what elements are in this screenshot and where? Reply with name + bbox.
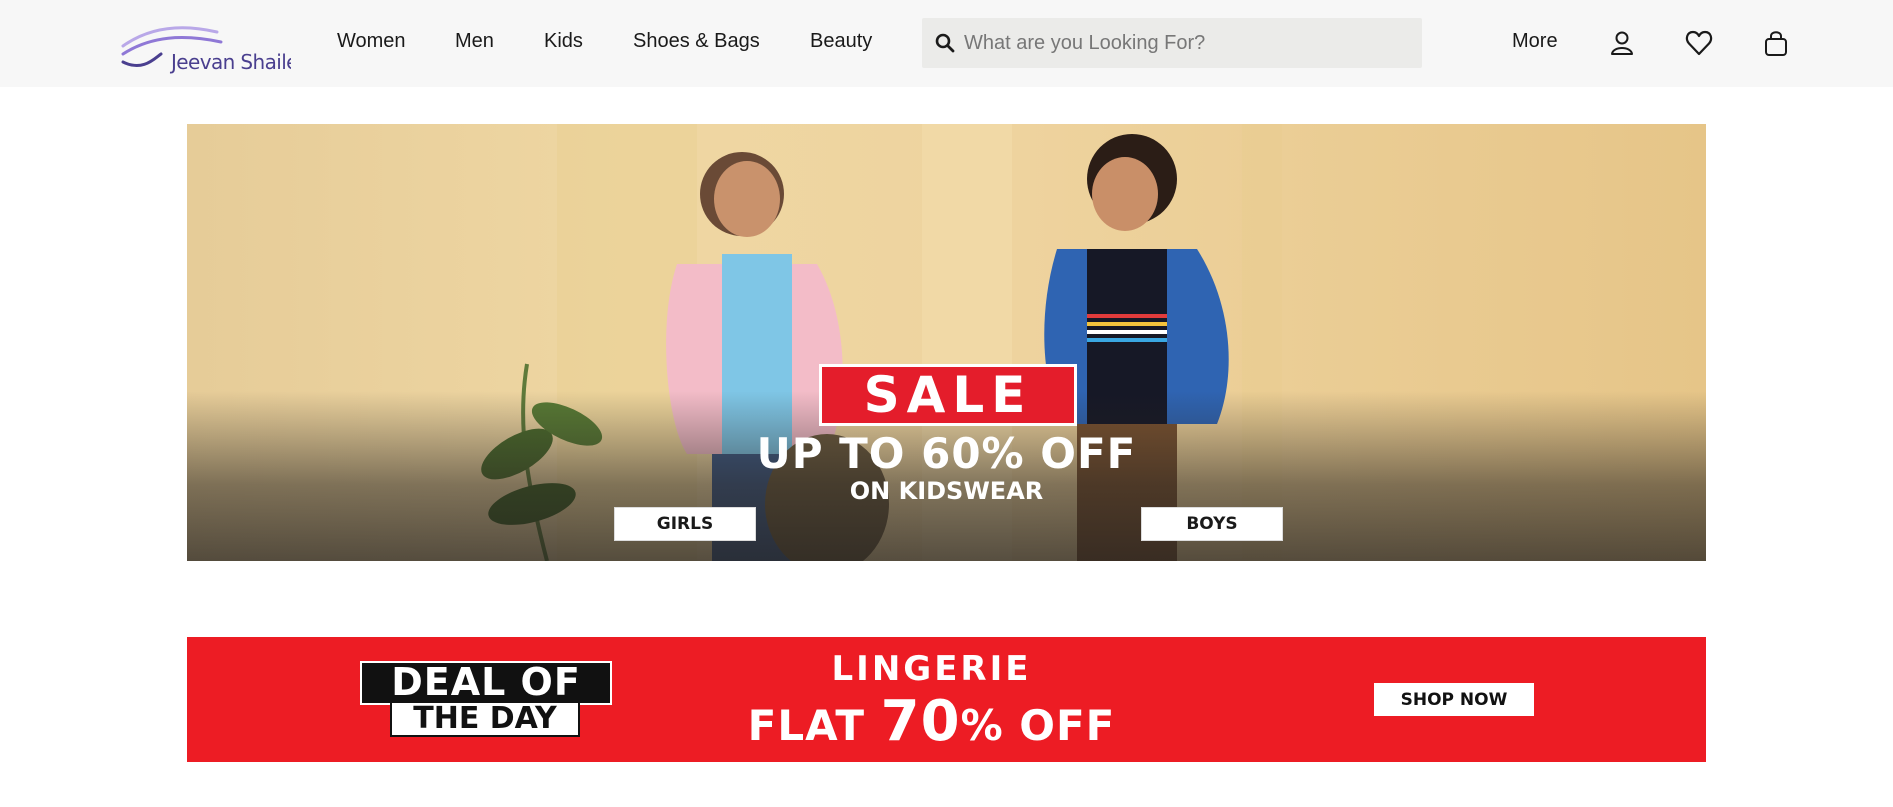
more-menu[interactable]: More (1512, 30, 1558, 53)
site-header: Jeevan Shailee Women Men Kids Shoes & Ba… (0, 0, 1893, 87)
boys-button[interactable]: BOYS (1141, 507, 1283, 541)
nav-shoes-bags[interactable]: Shoes & Bags (633, 30, 760, 53)
sale-badge-text: SALE (863, 366, 1033, 424)
nav-men[interactable]: Men (455, 30, 494, 53)
search-bar (922, 18, 1422, 68)
search-input[interactable] (964, 18, 1414, 68)
heart-icon[interactable] (1684, 28, 1714, 58)
nav-kids[interactable]: Kids (544, 30, 583, 53)
deal-offer-prefix: FLAT (747, 701, 865, 750)
deal-offer-suffix: % OFF (960, 701, 1116, 750)
sale-subline: ON KIDSWEAR (849, 477, 1044, 505)
shopping-bag-icon[interactable] (1761, 28, 1791, 58)
kidswear-sale-banner[interactable]: SALE UP TO 60% OFF ON KIDSWEAR GIRLS BOY… (187, 124, 1706, 561)
deal-of-the-day-banner[interactable]: DEAL OF THE DAY LINGERIE FLAT 70% OFF SH… (187, 637, 1706, 762)
deal-offer-value: 70 (880, 689, 961, 754)
search-icon[interactable] (934, 32, 956, 54)
sale-headline: UP TO 60% OFF (756, 429, 1137, 478)
nav-beauty[interactable]: Beauty (810, 30, 872, 53)
girls-button[interactable]: GIRLS (614, 507, 756, 541)
brand-name: Jeevan Shailee (169, 50, 291, 74)
nav-women[interactable]: Women (337, 30, 406, 53)
brand-logo[interactable]: Jeevan Shailee (121, 20, 291, 76)
shop-now-button[interactable]: SHOP NOW (1374, 683, 1534, 716)
sale-badge: SALE (819, 364, 1077, 426)
user-icon[interactable] (1607, 28, 1637, 58)
